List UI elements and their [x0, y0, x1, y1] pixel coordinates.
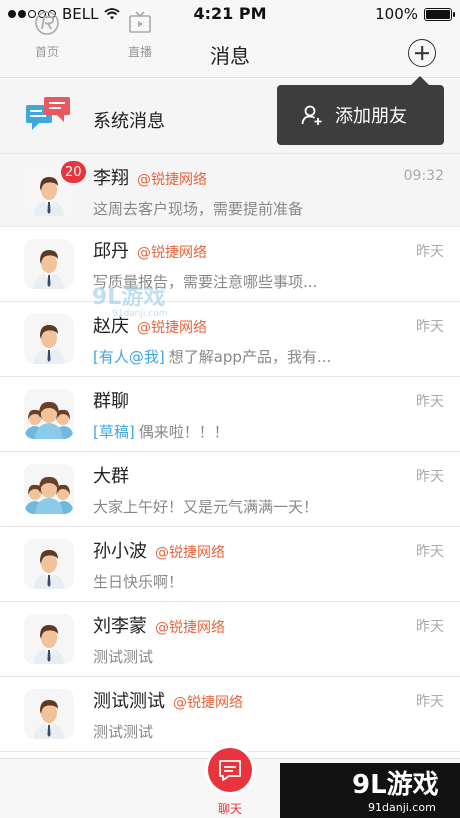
org-tag: @锐捷网络 — [173, 695, 243, 711]
avatar-male — [24, 689, 74, 739]
system-messages-title: 系统消息 — [93, 111, 165, 132]
conversation-row[interactable]: 20 李翔 @锐捷网络 09:32 这周去客户现场，需要提前准备 — [0, 154, 460, 227]
add-plus-icon[interactable] — [408, 39, 436, 67]
battery-icon — [424, 7, 455, 21]
conversation-row[interactable]: 孙小波 @锐捷网络 昨天 生日快乐啊！ — [0, 527, 460, 602]
system-message-icon — [26, 97, 70, 130]
message-preview: 生日快乐啊！ — [93, 571, 183, 592]
watermark-logo: 9L游戏 91danji.com — [92, 284, 167, 319]
home-r-icon — [35, 11, 59, 35]
tv-icon — [129, 11, 151, 33]
corner-watermark-brand: 9L游戏 — [352, 770, 439, 800]
conversation-row[interactable]: 群聊 昨天 [草稿] 偶来啦！！！ — [0, 377, 460, 452]
org-tag: @锐捷网络 — [137, 320, 207, 336]
draft-flag: [草稿] — [93, 423, 135, 441]
chat-bubble-icon — [219, 760, 241, 781]
message-text: 测试测试 — [93, 723, 154, 741]
message-time: 昨天 — [416, 319, 444, 335]
status-right: 100% — [375, 5, 455, 23]
message-text: 想了解app产品，我有... — [168, 348, 332, 366]
name-line: 群聊 — [93, 387, 129, 413]
contact-name: 群聊 — [93, 391, 129, 412]
avatar-male — [24, 239, 74, 289]
tab-home-label: 首页 — [34, 45, 59, 59]
org-tag: @锐捷网络 — [137, 172, 207, 188]
name-line: 孙小波 @锐捷网络 — [93, 537, 225, 563]
message-time: 09:32 — [403, 168, 444, 184]
add-friend-label: 添加朋友 — [335, 106, 407, 127]
tab-chat-button[interactable] — [208, 748, 252, 792]
watermark-brand: 9L游戏 — [92, 284, 165, 310]
org-tag: @锐捷网络 — [155, 620, 225, 636]
message-preview: [草稿] 偶来啦！！！ — [93, 421, 229, 442]
name-line: 大群 — [93, 462, 129, 488]
avatar-male — [24, 314, 74, 364]
message-time: 昨天 — [416, 619, 444, 635]
add-user-icon — [301, 105, 322, 125]
message-preview: 测试测试 — [93, 646, 153, 667]
message-time: 昨天 — [416, 394, 444, 410]
avatar-male — [24, 614, 74, 664]
message-preview: [有人@我] 想了解app产品，我有... — [93, 346, 331, 367]
message-preview: 大家上午好！又是元气满满一天！ — [93, 496, 318, 517]
contact-name: 刘李蒙 — [93, 616, 147, 637]
name-line: 测试测试 @锐捷网络 — [93, 687, 243, 713]
tab-live-label: 直播 — [127, 45, 152, 59]
message-text: 测试测试 — [93, 648, 154, 666]
add-friend-popup[interactable]: 添加朋友 — [277, 76, 444, 145]
conversation-row[interactable]: 测试测试 @锐捷网络 昨天 测试测试 — [0, 677, 460, 752]
contact-name: 李翔 — [93, 168, 129, 189]
message-time: 昨天 — [416, 469, 444, 485]
conversation-row[interactable]: 赵庆 @锐捷网络 昨天 [有人@我] 想了解app产品，我有... — [0, 302, 460, 377]
tab-home[interactable]: 首页 — [17, 6, 77, 60]
name-line: 刘李蒙 @锐捷网络 — [93, 612, 225, 638]
tab-chat-label: 聊天 — [217, 802, 242, 816]
unread-badge: 20 — [60, 160, 87, 184]
avatar-male — [24, 539, 74, 589]
contact-name: 大群 — [93, 466, 129, 487]
corner-watermark-url: 91danji.com — [368, 801, 436, 814]
message-text: 偶来啦！！！ — [138, 423, 229, 441]
message-time: 昨天 — [416, 544, 444, 560]
message-time: 昨天 — [416, 694, 444, 710]
message-text: 大家上午好！又是元气满满一天！ — [93, 498, 319, 516]
conversation-list: 系统消息 20 李翔 @锐捷网络 09:32 这周去客户现场，需要提前准备 邱丹… — [0, 79, 460, 752]
avatar-group — [24, 389, 74, 439]
name-line: 邱丹 @锐捷网络 — [93, 237, 207, 263]
message-time: 昨天 — [416, 244, 444, 260]
battery-percent: 100% — [375, 5, 418, 23]
avatar-group — [24, 464, 74, 514]
contact-name: 孙小波 — [93, 541, 147, 562]
conversation-row[interactable]: 刘李蒙 @锐捷网络 昨天 测试测试 — [0, 602, 460, 677]
conversation-row[interactable]: 大群 昨天 大家上午好！又是元气满满一天！ — [0, 452, 460, 527]
name-line: 李翔 @锐捷网络 — [93, 164, 207, 190]
message-preview: 这周去客户现场，需要提前准备 — [93, 198, 303, 219]
org-tag: @锐捷网络 — [155, 545, 225, 561]
conversation-row[interactable]: 邱丹 @锐捷网络 昨天 写质量报告，需要注意哪些事项... — [0, 227, 460, 302]
contact-name: 邱丹 — [93, 241, 129, 262]
org-tag: @锐捷网络 — [137, 245, 207, 261]
mention-flag: [有人@我] — [93, 348, 165, 366]
watermark-corner-logo: 9L游戏 91danji.com — [280, 763, 460, 818]
message-text: 这周去客户现场，需要提前准备 — [93, 200, 304, 218]
watermark-url: 91danji.com — [112, 309, 167, 319]
message-text: 生日快乐啊！ — [93, 573, 184, 591]
contact-name: 测试测试 — [93, 691, 165, 712]
message-preview: 测试测试 — [93, 721, 153, 742]
tab-live[interactable]: 直播 — [110, 6, 170, 60]
